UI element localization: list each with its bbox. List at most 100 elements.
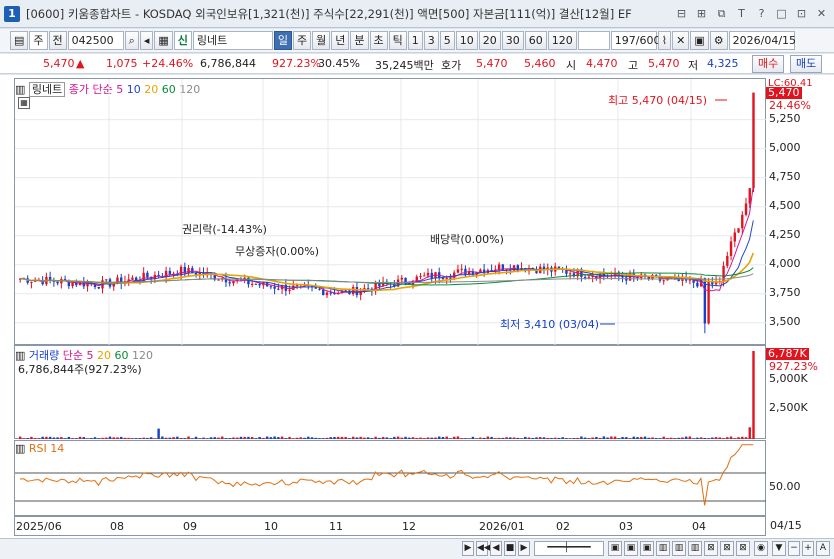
volume-bar [359,436,362,439]
volume-bar [535,437,538,439]
interval-120[interactable]: 120 [547,31,577,50]
layout-icon[interactable]: ▤ [10,31,29,50]
scroll-right-icon[interactable]: ▶ [462,541,474,556]
interval-10[interactable]: 10 [455,31,478,50]
sell-button[interactable]: 매도 [790,55,823,73]
volume-bar [194,436,198,439]
candle-body [752,92,755,189]
volume-bar [206,438,209,439]
view-icon-6[interactable]: ▥ [688,541,702,556]
tab-minute[interactable]: 분 [350,31,369,50]
view-icon-1[interactable]: ▣ [608,541,622,556]
volume-bar [449,438,452,439]
candle-body [269,286,273,288]
stock-code-input[interactable]: 042500 [67,31,124,50]
volume-bar [441,436,445,439]
text-icon[interactable]: T [733,6,750,22]
view-icon-8[interactable]: ⊠ [720,541,734,556]
tab-month[interactable]: 월 [312,31,331,50]
volume-bar [322,438,325,439]
volume-bar [703,437,707,439]
next-page-icon[interactable]: ▶ [518,541,530,556]
tab-week[interactable]: 주 [293,31,312,50]
chart-type-icon[interactable]: ⌇ [657,31,672,50]
volume-bar [112,437,115,439]
volume-bar [239,436,243,439]
view-icon-9[interactable]: ⊠ [736,541,750,556]
volume-bar [643,436,647,439]
crosshair-icon[interactable]: ✕ [672,31,690,50]
volume-bar [621,437,624,439]
help-icon[interactable]: ? [753,6,770,22]
close-icon[interactable]: ✕ [813,6,830,22]
first-page-icon[interactable]: ◀◀ [476,541,491,556]
restore-icon[interactable]: ⧉ [713,6,730,22]
volume-bar [172,437,175,439]
sound-icon[interactable]: ◂ [139,31,154,50]
count-field[interactable]: 197/600 [610,31,660,50]
tile-icon[interactable]: ⊞ [693,6,710,22]
interval-custom-input[interactable] [577,31,610,50]
volume-bar [464,438,467,439]
zoom-slider[interactable]: ━━━┿━━━━ [534,541,604,556]
tab-tick[interactable]: 틱 [388,31,407,50]
prev-button[interactable]: 전 [48,31,67,50]
candle-body [288,289,291,291]
candle-body [30,281,33,283]
x-tick-label: 03 [619,520,633,533]
interval-1[interactable]: 1 [407,31,423,50]
change-amount: 1,075 [106,57,138,70]
toolbar: ▤ 주 전 042500 ⌕ ◂ ▦ 신 링네트 일 주 월 년 분 초 틱 1… [0,29,834,53]
volume-bar [482,437,486,439]
volume-bar [520,438,523,439]
tab-day[interactable]: 일 [273,31,293,50]
interval-5[interactable]: 5 [439,31,455,50]
prev-page-icon[interactable]: ◀ [490,541,502,556]
buy-button[interactable]: 매수 [752,55,785,73]
zoom-out-icon[interactable]: − [788,541,800,556]
volume-bar [415,437,418,439]
search-icon[interactable]: ⌕ [124,31,139,50]
minimize-all-icon[interactable]: ⊟ [673,6,690,22]
interval-60[interactable]: 60 [524,31,547,50]
view-icon-4[interactable]: ▥ [656,541,670,556]
interval-20[interactable]: 20 [478,31,501,50]
view-icon-5[interactable]: ▥ [672,541,686,556]
lock-icon[interactable]: ▦ [154,31,173,50]
volume-pane[interactable]: ▥ 거래량 단순 5 20 60 120 6,786,844주(927.23%) [14,345,766,439]
window-restore-icon[interactable]: ⊡ [793,6,810,22]
price-ytick: 4,250 [769,227,801,241]
volume-bar [71,438,74,439]
candle-body [456,269,460,273]
tab-year[interactable]: 년 [331,31,350,50]
candle-body [131,277,134,280]
view-icon-2[interactable]: ▣ [624,541,638,556]
candle-body [479,269,482,273]
zoom-fit-icon[interactable]: ◉ [754,541,768,556]
price-pane[interactable]: ▥ 링네트 종가 단순 5 10 20 60 120 ▦ 최고 5,470 (0… [14,78,767,346]
scroll-down-icon[interactable]: ▼ [772,541,786,556]
period-select[interactable]: 주 [29,31,48,50]
stock-name-field[interactable]: 링네트 [192,31,273,50]
view-icon-3[interactable]: ▣ [640,541,654,556]
rsi-axis: 50.00 [766,440,826,516]
volume-bar [157,428,160,439]
auto-icon[interactable]: A [816,541,830,556]
settings-icon[interactable]: ⚙ [709,31,728,50]
volume-bar [602,436,606,439]
volume-bar [265,436,269,439]
rsi-pane[interactable]: ▥ RSI 14 [14,440,767,516]
maximize-icon[interactable]: □ [773,6,790,22]
save-icon[interactable]: ▣ [690,31,709,50]
volume-bar [250,437,254,439]
view-icon-7[interactable]: ⊠ [704,541,718,556]
tab-second[interactable]: 초 [369,31,388,50]
candle-body [325,292,329,296]
volume-bar [217,437,220,439]
zoom-in-icon[interactable]: + [802,541,814,556]
stop-icon[interactable]: ■ [504,541,516,556]
date-field[interactable]: 2026/04/15 [728,31,796,50]
interval-30[interactable]: 30 [501,31,524,50]
interval-3[interactable]: 3 [423,31,439,50]
volume-bar [340,436,344,439]
